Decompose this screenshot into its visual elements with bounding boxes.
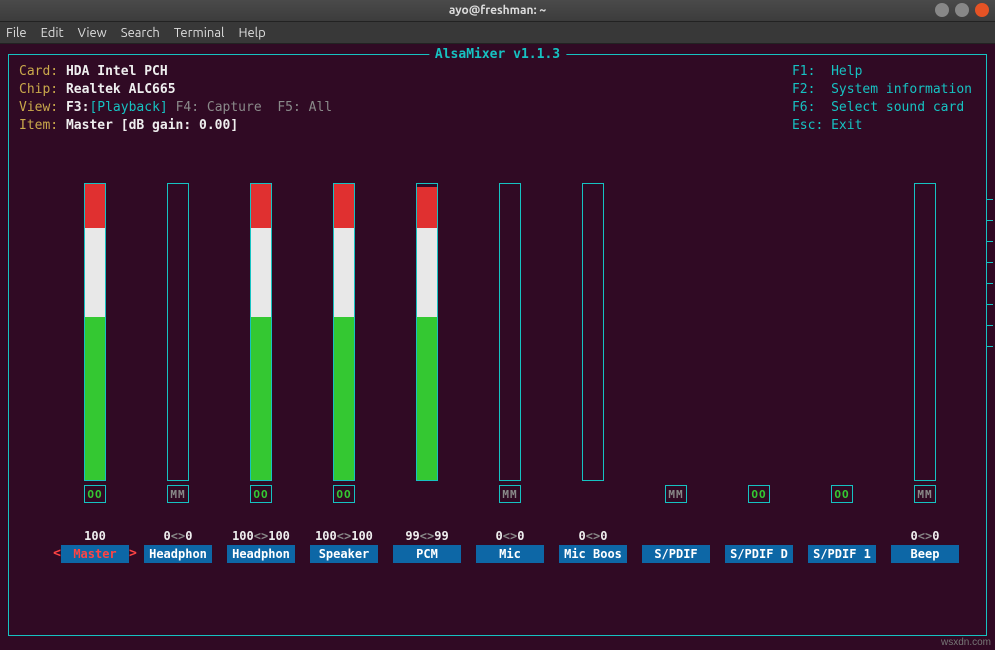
- channel-speaker-3[interactable]: OO 100<>100 Speaker: [310, 183, 378, 563]
- alsamixer-frame: AlsaMixer v1.1.3 Card: HDA Intel PCH Chi…: [8, 54, 987, 636]
- channel-beep-10[interactable]: MM 0<>0 Beep: [891, 183, 959, 563]
- volume-value: [755, 529, 762, 543]
- view-f4[interactable]: F4: Capture: [176, 100, 262, 115]
- terminal[interactable]: AlsaMixer v1.1.3 Card: HDA Intel PCH Chi…: [0, 44, 995, 650]
- channel-s-pdif-d-8[interactable]: OO S/PDIF D: [725, 183, 793, 563]
- channel-name: Headphon: [144, 545, 212, 563]
- volume-bar[interactable]: [250, 183, 272, 481]
- volume-bar[interactable]: [582, 183, 604, 481]
- close-button[interactable]: [975, 3, 989, 17]
- channel-s-pdif-1-9[interactable]: OO S/PDIF 1: [808, 183, 876, 563]
- volume-value: 0<>0: [496, 529, 525, 543]
- mute-indicator[interactable]: MM: [914, 485, 936, 503]
- channel-name: Headphon: [227, 545, 295, 563]
- menu-view[interactable]: View: [78, 26, 107, 40]
- channel-name: Beep: [891, 545, 959, 563]
- volume-bar[interactable]: [914, 183, 936, 481]
- window-buttons: [935, 3, 989, 17]
- app-title: AlsaMixer v1.1.3: [429, 47, 566, 62]
- volume-bar[interactable]: [333, 183, 355, 481]
- volume-bar[interactable]: [167, 183, 189, 481]
- info-block: Card: HDA Intel PCH Chip: Realtek ALC665…: [19, 63, 332, 135]
- volume-value: 100<>100: [232, 529, 290, 543]
- channel-name: S/PDIF 1: [808, 545, 876, 563]
- volume-value: [838, 529, 845, 543]
- mute-indicator[interactable]: OO: [333, 485, 355, 503]
- channel-name: Mic Boos: [559, 545, 627, 563]
- maximize-button[interactable]: [955, 3, 969, 17]
- mixer-area: OO 100<Master> MM 0<>0 Headphon OO 100<>100 Hea…: [9, 183, 986, 635]
- volume-bar[interactable]: [84, 183, 106, 481]
- window-titlebar: ayo@freshman: ~: [0, 0, 995, 22]
- mute-indicator[interactable]: OO: [748, 485, 770, 503]
- menu-search[interactable]: Search: [121, 26, 160, 40]
- volume-bar[interactable]: [416, 183, 438, 481]
- volume-value: 0<>0: [164, 529, 193, 543]
- channel-pcm-4[interactable]: 99<>99 PCM: [393, 183, 461, 563]
- mute-indicator[interactable]: MM: [665, 485, 687, 503]
- channel-name: PCM: [393, 545, 461, 563]
- view-label: View:: [19, 100, 58, 115]
- menu-edit[interactable]: Edit: [41, 26, 64, 40]
- volume-value: [672, 529, 679, 543]
- chip-name: Realtek ALC665: [66, 82, 176, 97]
- card-name: HDA Intel PCH: [66, 64, 168, 79]
- item-label: Item:: [19, 118, 58, 133]
- window-title: ayo@freshman: ~: [0, 4, 995, 17]
- volume-value: 99<>99: [405, 529, 448, 543]
- mute-indicator[interactable]: OO: [84, 485, 106, 503]
- volume-value: 100<>100: [315, 529, 373, 543]
- help-f2-text: System information: [831, 82, 972, 97]
- help-f1-text: Help: [831, 64, 862, 79]
- help-f2-key: F2:: [792, 82, 815, 97]
- volume-value: 100: [84, 529, 106, 543]
- view-f3-key[interactable]: F3:: [66, 100, 89, 115]
- mute-indicator[interactable]: MM: [499, 485, 521, 503]
- channel-mic-boos-6[interactable]: 0<>0 Mic Boos: [559, 183, 627, 563]
- channel-name: S/PDIF: [642, 545, 710, 563]
- menubar: File Edit View Search Terminal Help: [0, 22, 995, 44]
- menu-terminal[interactable]: Terminal: [174, 26, 225, 40]
- card-label: Card:: [19, 64, 58, 79]
- mute-indicator[interactable]: OO: [831, 485, 853, 503]
- minimize-button[interactable]: [935, 3, 949, 17]
- view-playback[interactable]: [Playback]: [89, 100, 167, 115]
- channel-headphon-2[interactable]: OO 100<>100 Headphon: [227, 183, 295, 563]
- help-esc-key: Esc:: [792, 118, 823, 133]
- volume-value: 0<>0: [911, 529, 940, 543]
- chip-label: Chip:: [19, 82, 58, 97]
- channel-mic-5[interactable]: MM 0<>0 Mic: [476, 183, 544, 563]
- channel-master-0[interactable]: OO100<Master>: [61, 183, 129, 563]
- mute-indicator[interactable]: MM: [167, 485, 189, 503]
- channel-name: Speaker: [310, 545, 378, 563]
- volume-bar[interactable]: [499, 183, 521, 481]
- channel-name: S/PDIF D: [725, 545, 793, 563]
- menu-help[interactable]: Help: [238, 26, 265, 40]
- channel-s-pdif-7[interactable]: MM S/PDIF: [642, 183, 710, 563]
- help-f6-key: F6:: [792, 100, 815, 115]
- view-f5[interactable]: F5: All: [277, 100, 332, 115]
- channel-name: Mic: [476, 545, 544, 563]
- help-block: F1: Help F2: System information F6: Sele…: [792, 63, 972, 135]
- mute-indicator[interactable]: OO: [250, 485, 272, 503]
- help-f6-text: Select sound card: [831, 100, 964, 115]
- help-esc-text: Exit: [831, 118, 862, 133]
- channel-headphon-1[interactable]: MM 0<>0 Headphon: [144, 183, 212, 563]
- watermark: wsxdn.com: [941, 637, 991, 648]
- menu-file[interactable]: File: [6, 26, 27, 40]
- volume-value: 0<>0: [579, 529, 608, 543]
- scale-ticks: [987, 199, 993, 347]
- channel-name-selected: <Master>: [53, 543, 137, 563]
- help-f1-key: F1:: [792, 64, 815, 79]
- item-value: Master [dB gain: 0.00]: [66, 118, 238, 133]
